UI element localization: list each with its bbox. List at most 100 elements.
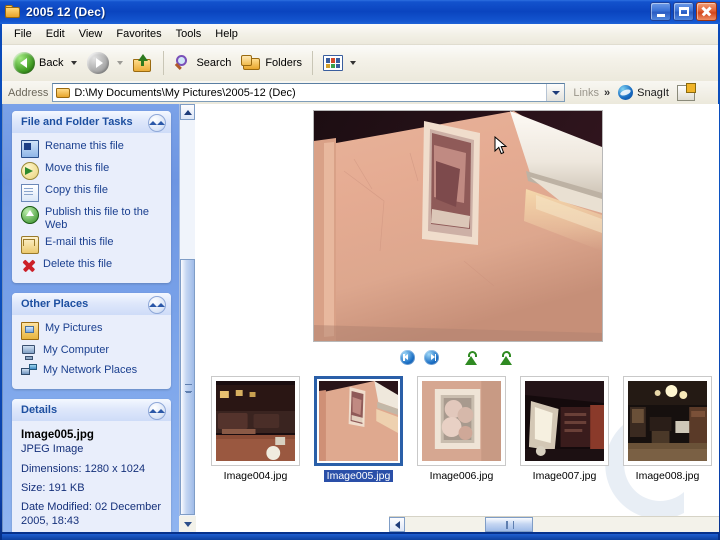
move-icon bbox=[21, 162, 39, 180]
details-date-modified: Date Modified: 02 December 2005, 18:43 bbox=[21, 501, 162, 527]
views-button[interactable] bbox=[318, 49, 361, 77]
address-path: D:\My Documents\My Pictures\2005-12 (Dec… bbox=[74, 86, 296, 99]
task-pane: File and Folder Tasks Rename this file M… bbox=[3, 104, 179, 532]
minimize-button[interactable] bbox=[650, 2, 671, 21]
collapse-chevron-icon[interactable] bbox=[148, 114, 166, 132]
thumbnail-label: Image007.jpg bbox=[532, 470, 597, 482]
task-label: Copy this file bbox=[45, 184, 108, 196]
file-and-folder-tasks-header[interactable]: File and Folder Tasks bbox=[12, 111, 171, 133]
details-panel: Details Image005.jpg JPEG Image Dimensio… bbox=[12, 399, 171, 532]
image-preview[interactable] bbox=[313, 110, 603, 342]
up-folder-icon bbox=[133, 54, 153, 72]
menu-item-help[interactable]: Help bbox=[208, 26, 245, 42]
menu-item-view[interactable]: View bbox=[72, 26, 110, 42]
rename-icon bbox=[21, 140, 39, 158]
collapse-chevron-icon[interactable] bbox=[148, 402, 166, 420]
back-arrow-icon bbox=[13, 52, 35, 74]
thumbnail-label: Image004.jpg bbox=[223, 470, 288, 482]
sidebar-scroll-down-corner[interactable] bbox=[179, 516, 196, 532]
search-label: Search bbox=[196, 57, 232, 69]
place-my-pictures[interactable]: My Pictures bbox=[21, 320, 165, 342]
task-rename-this-file[interactable]: Rename this file bbox=[21, 138, 165, 160]
place-my-network-places[interactable]: My Network Places bbox=[21, 362, 165, 382]
task-copy-this-file[interactable]: Copy this file bbox=[21, 182, 165, 204]
search-button[interactable]: Search bbox=[169, 49, 236, 77]
explorer-window: 2005 12 (Dec) File Edit View Favorites T… bbox=[0, 0, 720, 540]
my-network-places-icon bbox=[21, 364, 37, 380]
place-label: My Pictures bbox=[45, 322, 103, 334]
panel-title: Other Places bbox=[21, 298, 89, 310]
thumbnail-image bbox=[216, 381, 295, 461]
task-publish-this-file-to-the-web[interactable]: Publish this file to the Web bbox=[21, 204, 165, 234]
status-bar bbox=[2, 534, 718, 540]
toolbar-separator bbox=[163, 51, 165, 75]
sidebar-scrollbar[interactable] bbox=[179, 104, 195, 532]
thumbnail-image bbox=[525, 381, 604, 461]
folders-button[interactable]: Folders bbox=[236, 49, 307, 77]
client-area: File and Folder Tasks Rename this file M… bbox=[2, 104, 719, 532]
menu-item-favorites[interactable]: Favorites bbox=[109, 26, 168, 42]
back-dropdown-icon[interactable] bbox=[71, 61, 78, 65]
menu-item-edit[interactable]: Edit bbox=[39, 26, 72, 42]
search-icon bbox=[174, 54, 192, 72]
file-and-folder-tasks-body: Rename this file Move this file Copy thi… bbox=[12, 133, 171, 283]
title-bar[interactable]: 2005 12 (Dec) bbox=[0, 0, 720, 24]
links-chevron-icon[interactable]: » bbox=[604, 87, 610, 99]
folder-icon bbox=[5, 5, 21, 19]
forward-dropdown-icon bbox=[117, 61, 124, 65]
thumbnail-item-selected[interactable] bbox=[314, 376, 403, 466]
my-computer-icon bbox=[21, 344, 37, 360]
rotate-clockwise-button[interactable] bbox=[464, 350, 480, 365]
toolbar: Back Search Folders bbox=[2, 45, 718, 81]
address-label: Address bbox=[8, 86, 49, 99]
thumbnail-item[interactable] bbox=[211, 376, 300, 466]
up-button[interactable] bbox=[128, 49, 158, 77]
address-dropdown-button[interactable] bbox=[546, 84, 565, 101]
maximize-button[interactable] bbox=[673, 2, 694, 21]
thumbnail-item[interactable] bbox=[623, 376, 712, 466]
task-move-this-file[interactable]: Move this file bbox=[21, 160, 165, 182]
my-pictures-icon bbox=[21, 322, 39, 340]
snagit-label: SnagIt bbox=[637, 86, 669, 99]
thumbnail-image bbox=[319, 381, 398, 461]
file-and-folder-tasks-panel: File and Folder Tasks Rename this file M… bbox=[12, 111, 171, 283]
snagit-capture-button[interactable] bbox=[676, 82, 696, 101]
rotate-counterclockwise-button[interactable] bbox=[499, 350, 515, 365]
forward-button[interactable] bbox=[82, 49, 128, 77]
menu-bar: File Edit View Favorites Tools Help bbox=[2, 24, 718, 45]
window-controls bbox=[650, 2, 717, 21]
scroll-left-button[interactable] bbox=[389, 517, 405, 532]
forward-arrow-icon bbox=[87, 52, 110, 74]
thumbnail-item[interactable] bbox=[520, 376, 609, 466]
scrollbar-thumb[interactable] bbox=[180, 259, 195, 515]
scroll-up-button[interactable] bbox=[180, 104, 195, 120]
task-label: E-mail this file bbox=[45, 236, 114, 248]
filmstrip-view: Image004.jpg Image005.jpg Image006.jpg I… bbox=[196, 104, 719, 532]
delete-icon bbox=[21, 258, 37, 274]
menu-item-tools[interactable]: Tools bbox=[169, 26, 209, 42]
task-delete-this-file[interactable]: Delete this file bbox=[21, 256, 165, 276]
thumbnail-label-selected: Image005.jpg bbox=[302, 470, 415, 482]
address-bar: Address D:\My Documents\My Pictures\2005… bbox=[2, 81, 718, 104]
scrollbar-thumb-horizontal[interactable] bbox=[485, 517, 533, 532]
previous-image-button[interactable] bbox=[400, 350, 415, 365]
details-header[interactable]: Details bbox=[12, 399, 171, 421]
next-image-button[interactable] bbox=[424, 350, 439, 365]
address-input[interactable]: D:\My Documents\My Pictures\2005-12 (Dec… bbox=[52, 83, 566, 102]
snagit-button[interactable]: SnagIt bbox=[618, 85, 669, 100]
back-button[interactable]: Back bbox=[8, 49, 82, 77]
thumbnail-item[interactable] bbox=[417, 376, 506, 466]
place-my-computer[interactable]: My Computer bbox=[21, 342, 165, 362]
snagit-icon bbox=[618, 85, 634, 100]
collapse-chevron-icon[interactable] bbox=[148, 296, 166, 314]
thumbnail-image bbox=[422, 381, 501, 461]
views-dropdown-icon[interactable] bbox=[350, 61, 357, 65]
task-email-this-file[interactable]: E-mail this file bbox=[21, 234, 165, 256]
links-label[interactable]: Links bbox=[573, 87, 599, 99]
other-places-header[interactable]: Other Places bbox=[12, 293, 171, 315]
menu-item-file[interactable]: File bbox=[7, 26, 39, 42]
close-button[interactable] bbox=[696, 2, 717, 21]
filmstrip-scrollbar[interactable] bbox=[389, 516, 719, 532]
thumbnail-image bbox=[628, 381, 707, 461]
email-icon bbox=[21, 236, 39, 254]
